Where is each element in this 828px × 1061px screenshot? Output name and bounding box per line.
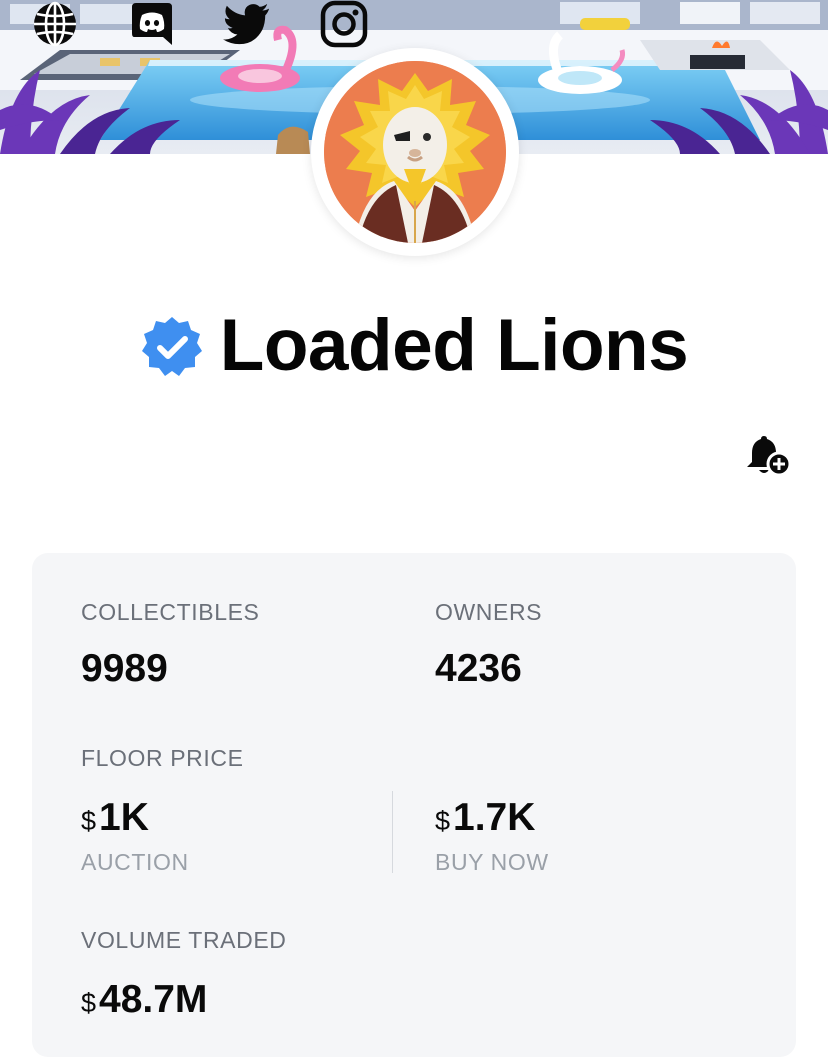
verified-badge-icon	[141, 317, 202, 376]
twitter-icon	[223, 3, 270, 45]
volume-traded-value: 48.7M	[99, 978, 208, 1021]
discord-icon	[132, 3, 172, 45]
collection-stats-card: COLLECTIBLES 9989 OWNERS 4236 FLOOR PRIC…	[32, 553, 796, 1057]
collection-avatar	[324, 61, 506, 243]
website-link[interactable]	[31, 0, 79, 48]
discord-link[interactable]	[128, 0, 176, 48]
volume-traded: $ 48.7M	[81, 978, 207, 1022]
collectibles-label: COLLECTIBLES	[81, 599, 260, 625]
buy-now-price: $ 1.7K	[435, 796, 535, 840]
instagram-icon	[320, 0, 368, 48]
buy-now-currency: $	[435, 806, 451, 836]
bell-plus-icon	[747, 436, 792, 477]
auction-price-value: 1K	[99, 796, 149, 839]
collection-title: Loaded Lions	[219, 304, 689, 386]
auction-price: $ 1K	[81, 796, 149, 840]
owners-value: 4236	[435, 647, 522, 690]
collection-header: Loaded Lions	[0, 300, 828, 390]
globe-icon	[34, 1, 76, 47]
collectibles-value: 9989	[81, 647, 168, 690]
floor-price-label: FLOOR PRICE	[81, 745, 244, 771]
notify-button[interactable]	[744, 432, 792, 480]
twitter-link[interactable]	[223, 0, 271, 48]
instagram-link[interactable]	[320, 0, 368, 48]
volume-currency: $	[81, 988, 97, 1018]
owners-label: OWNERS	[435, 599, 543, 625]
auction-label: AUCTION	[81, 849, 189, 875]
collection-avatar-frame	[311, 48, 519, 256]
auction-currency: $	[81, 806, 97, 836]
buy-now-label: BUY NOW	[435, 849, 549, 875]
buy-now-price-value: 1.7K	[453, 796, 536, 839]
volume-traded-label: VOLUME TRADED	[81, 927, 287, 953]
floor-price-divider	[392, 791, 393, 873]
